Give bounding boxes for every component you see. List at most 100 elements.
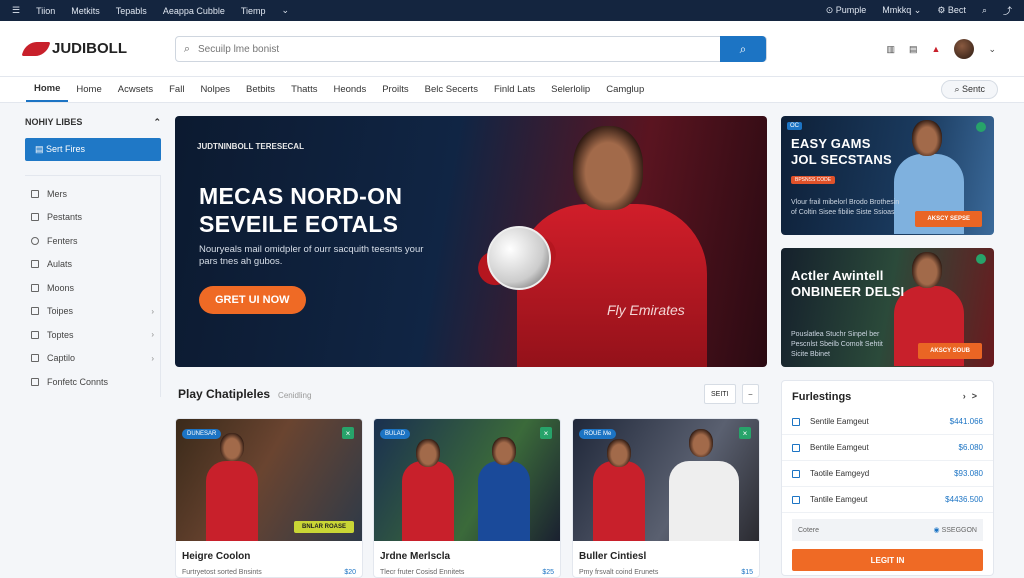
nav-item-belc-secerts[interactable]: Belc Secerts <box>417 78 486 101</box>
bet-link[interactable]: ⚙ Bect <box>937 5 966 16</box>
nav-item-proilts[interactable]: Proilts <box>374 78 416 101</box>
promo-badge: BPSNSS CODE <box>791 176 836 184</box>
player-head <box>220 433 244 461</box>
promo-button[interactable]: AKSCY SOUB <box>918 343 982 359</box>
search-input[interactable] <box>198 43 720 55</box>
language-link[interactable]: Mmkkq ⌄ <box>882 5 921 16</box>
pager-arrows[interactable]: ›> <box>963 391 983 403</box>
nav-search-button[interactable]: ⌕ Sentc <box>941 80 998 99</box>
status-dot-icon <box>976 254 986 264</box>
listing-row[interactable]: Tantile Eamgeut $4436.500 <box>782 487 993 513</box>
close-icon[interactable]: × <box>342 427 354 439</box>
login-button[interactable]: LEGIT IN <box>792 549 983 571</box>
listings-panel: Furlestings ›> Sentile Eamgeut $441.066 B… <box>781 380 994 576</box>
avatar[interactable] <box>954 39 975 59</box>
hamburger-icon[interactable]: ☰ <box>12 5 20 16</box>
game-card[interactable]: DUNESAR × BNLAR ROASE Heigre Coolon Furt… <box>175 418 363 578</box>
section-controls: SEITI – <box>704 384 760 404</box>
sidebar-item[interactable]: Pestants <box>25 206 160 230</box>
sidebar-item[interactable]: Captilo › <box>25 347 160 371</box>
nav-item-home-active[interactable]: Home <box>26 77 69 102</box>
card-title: Heigre Coolon <box>182 551 251 562</box>
pin-icon[interactable]: ⤴ <box>1003 4 1012 17</box>
chevron-down-icon[interactable]: ⌄ <box>988 44 996 55</box>
promo-card[interactable]: OC EASY GAMS JOL SECSTANS BPSNSS CODE Vlo… <box>781 116 994 235</box>
filter-button[interactable]: SEITI <box>704 384 736 404</box>
top-utility-bar: ☰ Tiion Metkits Tepabls Aeappa Cubble Ti… <box>0 0 1024 21</box>
close-icon[interactable]: × <box>739 427 751 439</box>
hero-brand: JUDTNINBOLL TERESECAL <box>197 142 304 151</box>
sidebar-primary-button[interactable]: ▤ Sert Fires <box>25 138 161 161</box>
topbar-link-5[interactable]: Tiemp <box>241 6 266 16</box>
sidebar-item[interactable]: Moons <box>25 276 160 300</box>
search-bar: ⌕ ⌕ <box>175 36 767 62</box>
list-icon <box>31 213 39 222</box>
player-head <box>492 437 516 465</box>
listing-row[interactable]: Sentile Eamgeut $441.066 <box>782 409 993 435</box>
search-button[interactable]: ⌕ <box>720 36 766 62</box>
bell-icon[interactable]: ▲ <box>932 44 941 54</box>
listing-row[interactable]: Taotile Eamgeyd $93.080 <box>782 461 993 487</box>
card-price: $20 <box>344 569 356 576</box>
nav-item-thatts[interactable]: Thatts <box>283 78 325 101</box>
promo-button[interactable]: AKSCY SEPSE <box>915 211 982 227</box>
nav-item-camglup[interactable]: Camglup <box>598 78 652 101</box>
nav-item-selerlolip[interactable]: Selerlolip <box>543 78 598 101</box>
card-pill[interactable]: BNLAR ROASE <box>293 521 354 533</box>
player-figure <box>206 461 258 541</box>
topbar-link-1[interactable]: Tiion <box>36 6 55 16</box>
hero-cta-button[interactable]: GRET UI NOW <box>199 286 306 314</box>
search-icon: ⌕ <box>183 42 191 55</box>
nav-item-betbits[interactable]: Betbits <box>238 78 283 101</box>
nav-item-nolpes[interactable]: Nolpes <box>192 78 238 101</box>
collapse-button[interactable]: – <box>741 384 760 404</box>
sidebar-item[interactable]: Toipes › <box>25 300 160 324</box>
nav-item-home[interactable]: Home <box>68 78 109 101</box>
player-figure <box>669 461 739 541</box>
nav-item-finld-lats[interactable]: Finld Lats <box>486 78 543 101</box>
nav-item-assets[interactable]: Acwsets <box>110 78 161 101</box>
pin-icon <box>31 236 39 245</box>
checkbox[interactable] <box>792 443 800 452</box>
library-icon[interactable]: ▥ <box>887 44 896 55</box>
game-card[interactable]: ROUE Me × Buller Cintiesl Pmy frsvalt co… <box>572 418 760 578</box>
topbar-link-3[interactable]: Tepabls <box>116 6 147 16</box>
promo-tag: OC <box>787 122 802 130</box>
table-icon <box>31 377 39 386</box>
checkbox[interactable] <box>792 469 800 478</box>
checkbox[interactable] <box>792 495 800 504</box>
cart-icon[interactable]: ▤ <box>909 44 918 55</box>
hero-banner[interactable]: JUDTNINBOLL TERESECAL MECAS NORD-ON SEVEI… <box>175 116 767 367</box>
user-link[interactable]: ⊙ Pumple <box>826 5 867 16</box>
game-card[interactable]: BULAD × Jrdne Merlscla Tlecr fruter Cosi… <box>373 418 561 578</box>
section-subtitle: Cenidling <box>278 391 312 400</box>
sidebar-header[interactable]: NOHIY LIBES ⌃ <box>25 117 161 128</box>
chevron-up-icon[interactable]: ⌃ <box>153 117 161 128</box>
promo-title: Actler Awintell ONBINEER DELSI <box>791 268 905 299</box>
sidebar-item[interactable]: Mers <box>25 182 160 206</box>
hero-player-image: Fly Emirates <box>473 126 737 367</box>
promo-card[interactable]: Actler Awintell ONBINEER DELSI Pouslatlea… <box>781 248 994 367</box>
chevron-down-icon[interactable]: ⌄ <box>282 5 290 16</box>
sidebar-item[interactable]: Aulats <box>25 253 160 277</box>
site-logo[interactable]: JUDIBOLL <box>21 40 174 57</box>
listings-footer[interactable]: Cotere ◉ SSEGGON <box>792 519 983 541</box>
card-price: $15 <box>741 569 753 576</box>
card-label: DUNESAR <box>182 429 222 439</box>
topbar-link-4[interactable]: Aeappa Cubble <box>163 6 225 16</box>
sidebar-item[interactable]: Fonfetc Connts <box>25 370 160 394</box>
sidebar-item[interactable]: Fenters <box>25 229 160 253</box>
topbar-link-2[interactable]: Metkits <box>71 6 100 16</box>
card-desc: Furtryetost sorted Bnsints <box>182 569 262 576</box>
checkbox[interactable] <box>792 417 800 426</box>
logo-mark-icon <box>21 41 51 56</box>
nav-item-heonds[interactable]: Heonds <box>325 78 374 101</box>
listing-row[interactable]: Bentile Eamgeut $6.080 <box>782 435 993 461</box>
sidebar-item[interactable]: Toptes › <box>25 323 160 347</box>
close-icon[interactable]: × <box>540 427 552 439</box>
search-icon[interactable]: ⌕ <box>982 5 987 16</box>
promo-desc: Vlour frail mibelorl Brodo Brothesin of … <box>791 199 900 216</box>
nav-item-fall[interactable]: Fall <box>161 78 192 101</box>
section-header: Play Chatipleles Cenidling <box>178 387 311 401</box>
card-desc: Pmy frsvalt coind Erunets <box>579 569 659 576</box>
